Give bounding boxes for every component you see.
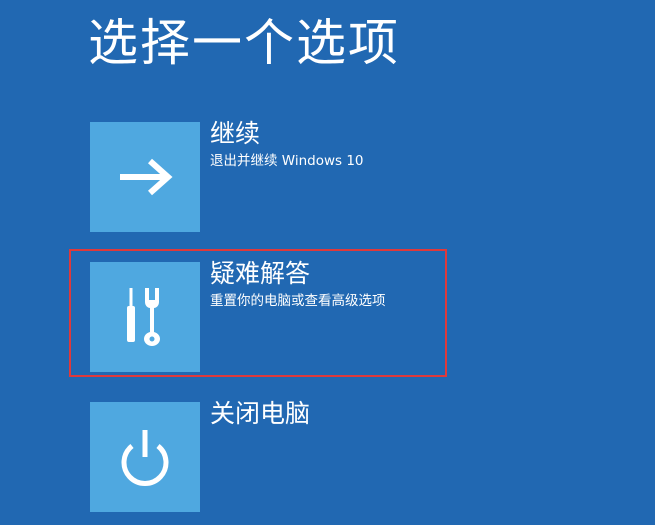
shutdown-option[interactable]: 关闭电脑 [90, 399, 450, 512]
page-title: 选择一个选项 [88, 14, 400, 72]
continue-description: 退出并继续 Windows 10 [210, 153, 364, 169]
troubleshoot-title: 疑难解答 [210, 259, 311, 288]
power-icon [121, 430, 169, 486]
shutdown-tile[interactable] [90, 402, 200, 512]
shutdown-title: 关闭电脑 [210, 399, 311, 428]
continue-tile[interactable] [90, 122, 200, 232]
tools-icon [127, 288, 160, 346]
troubleshoot-description: 重置你的电脑或查看高级选项 [210, 293, 386, 309]
troubleshoot-tile[interactable] [90, 262, 200, 372]
troubleshoot-option[interactable]: 疑难解答 重置你的电脑或查看高级选项 [90, 259, 450, 372]
arrow-right-icon [120, 158, 173, 196]
continue-option[interactable]: 继续 退出并继续 Windows 10 [90, 119, 450, 232]
continue-title: 继续 [210, 119, 261, 148]
